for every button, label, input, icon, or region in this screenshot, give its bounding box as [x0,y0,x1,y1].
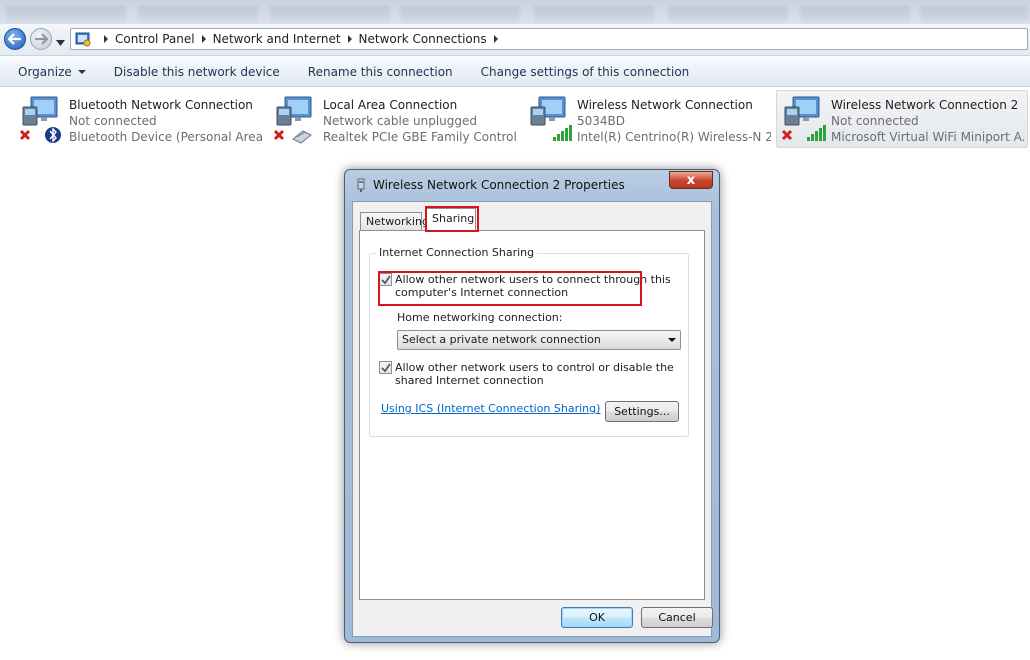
allow-control-label[interactable]: Allow other network users to control or … [395,361,674,387]
breadcrumb-separator-icon[interactable] [104,35,108,43]
ics-group-title: Internet Connection Sharing [376,246,538,259]
red-x-icon [781,129,793,141]
taskbar-ghost [920,6,1028,22]
back-arrow-icon [8,33,21,45]
breadcrumb-network-connections[interactable]: Network Connections [359,32,487,46]
taskbar-ghost [800,6,910,22]
checkmark-icon [381,363,391,373]
connection-name: Local Area Connection [323,98,458,112]
chevron-down-icon [56,40,65,46]
breadcrumb: Control Panel Network and Internet Netwo… [97,32,505,46]
connection-tile-bluetooth[interactable]: Bluetooth Network Connection Not connect… [14,90,266,148]
network-adapter-icon [357,178,365,192]
connection-device: Intel(R) Centrino(R) Wireless-N 22... [577,130,771,144]
red-x-icon [273,129,285,141]
home-networking-select[interactable]: Select a private network connection [397,330,681,350]
taskbar-ghost [6,6,126,22]
recent-pages-button[interactable] [56,35,65,49]
connection-status: 5034BD [577,114,626,128]
connection-status: Network cable unplugged [323,114,478,128]
connection-device: Microsoft Virtual WiFi Miniport A... [831,130,1025,144]
home-networking-select-value: Select a private network connection [402,333,601,346]
network-computer-icon [19,96,61,143]
breadcrumb-separator-icon[interactable] [347,35,352,43]
checkmark-icon [381,275,391,285]
connection-name: Bluetooth Network Connection [69,98,253,112]
sharing-tab-pane: Internet Connection Sharing Allow other … [359,230,705,600]
close-button[interactable]: x [669,171,713,189]
connection-tile-local-area[interactable]: Local Area Connection Network cable unpl… [268,90,520,148]
connections-list: Bluetooth Network Connection Not connect… [0,90,1030,150]
ics-group: Internet Connection Sharing Allow other … [369,246,689,437]
bluetooth-icon [45,127,61,143]
connection-status: Not connected [69,114,157,128]
forward-arrow-icon [35,33,48,45]
dialog-title-bar[interactable]: Wireless Network Connection 2 Properties… [345,170,719,200]
connection-tile-wireless[interactable]: Wireless Network Connection 5034BD Intel… [522,90,774,148]
tab-networking[interactable]: Networking [360,212,429,231]
allow-connect-checkbox[interactable] [379,273,392,286]
connection-tile-wireless-2[interactable]: Wireless Network Connection 2 Not connec… [776,90,1028,148]
taskbar-strip [0,0,1030,26]
allow-connect-line-1: Allow other network users to connect thr… [395,273,671,286]
ics-help-link[interactable]: Using ICS (Internet Connection Sharing) [381,402,600,415]
signal-bars-icon [807,125,826,141]
allow-control-checkbox[interactable] [379,361,392,374]
dialog-title: Wireless Network Connection 2 Properties [373,178,625,192]
breadcrumb-separator-icon[interactable] [201,35,206,43]
organize-menu[interactable]: Organize [0,57,100,87]
taskbar-ghost [400,6,520,22]
connection-device: Bluetooth Device (Personal Area ... [69,130,263,144]
rename-connection-button[interactable]: Rename this connection [294,57,467,87]
chevron-down-icon [77,69,86,74]
taskbar-ghost [668,6,788,22]
ok-button[interactable]: OK [561,607,633,628]
back-button[interactable] [4,28,26,50]
address-box[interactable]: Control Panel Network and Internet Netwo… [70,28,1028,50]
connection-name: Wireless Network Connection 2 [831,98,1019,112]
network-computer-icon [530,96,572,141]
allow-connect-label[interactable]: Allow other network users to connect thr… [395,273,671,299]
close-icon: x [686,172,696,188]
connection-name: Wireless Network Connection [577,98,753,112]
red-x-icon [19,129,31,141]
breadcrumb-network-and-internet[interactable]: Network and Internet [213,32,341,46]
breadcrumb-separator-icon[interactable] [493,35,498,43]
organize-label: Organize [18,64,72,79]
allow-connect-line-2: computer's Internet connection [395,286,569,299]
control-panel-icon [75,32,91,47]
chevron-down-icon [668,338,676,342]
allow-control-line-2: shared Internet connection [395,374,544,387]
change-settings-button[interactable]: Change settings of this connection [467,57,704,87]
address-bar: Control Panel Network and Internet Netwo… [0,24,1030,56]
network-computer-icon [273,96,312,144]
dialog-client: Networking Sharing Internet Connection S… [352,201,713,637]
connection-status: Not connected [831,114,919,128]
taskbar-ghost [138,6,258,22]
network-computer-icon [781,96,826,141]
taskbar-ghost [534,6,654,22]
command-bar: Organize Disable this network device Ren… [0,57,1030,87]
forward-button[interactable] [30,28,52,50]
allow-control-line-1: Allow other network users to control or … [395,361,674,374]
breadcrumb-control-panel[interactable]: Control Panel [115,32,195,46]
ethernet-cable-icon [292,130,312,144]
connection-device: Realtek PCIe GBE Family Controller [323,130,517,144]
home-networking-label: Home networking connection: [397,311,563,324]
taskbar-ghost [270,6,390,22]
disable-device-button[interactable]: Disable this network device [100,57,294,87]
properties-dialog: Wireless Network Connection 2 Properties… [344,169,720,643]
signal-bars-icon [553,125,572,141]
cancel-button[interactable]: Cancel [641,607,713,628]
tab-sharing[interactable]: Sharing [426,208,476,232]
settings-button[interactable]: Settings... [605,401,679,422]
